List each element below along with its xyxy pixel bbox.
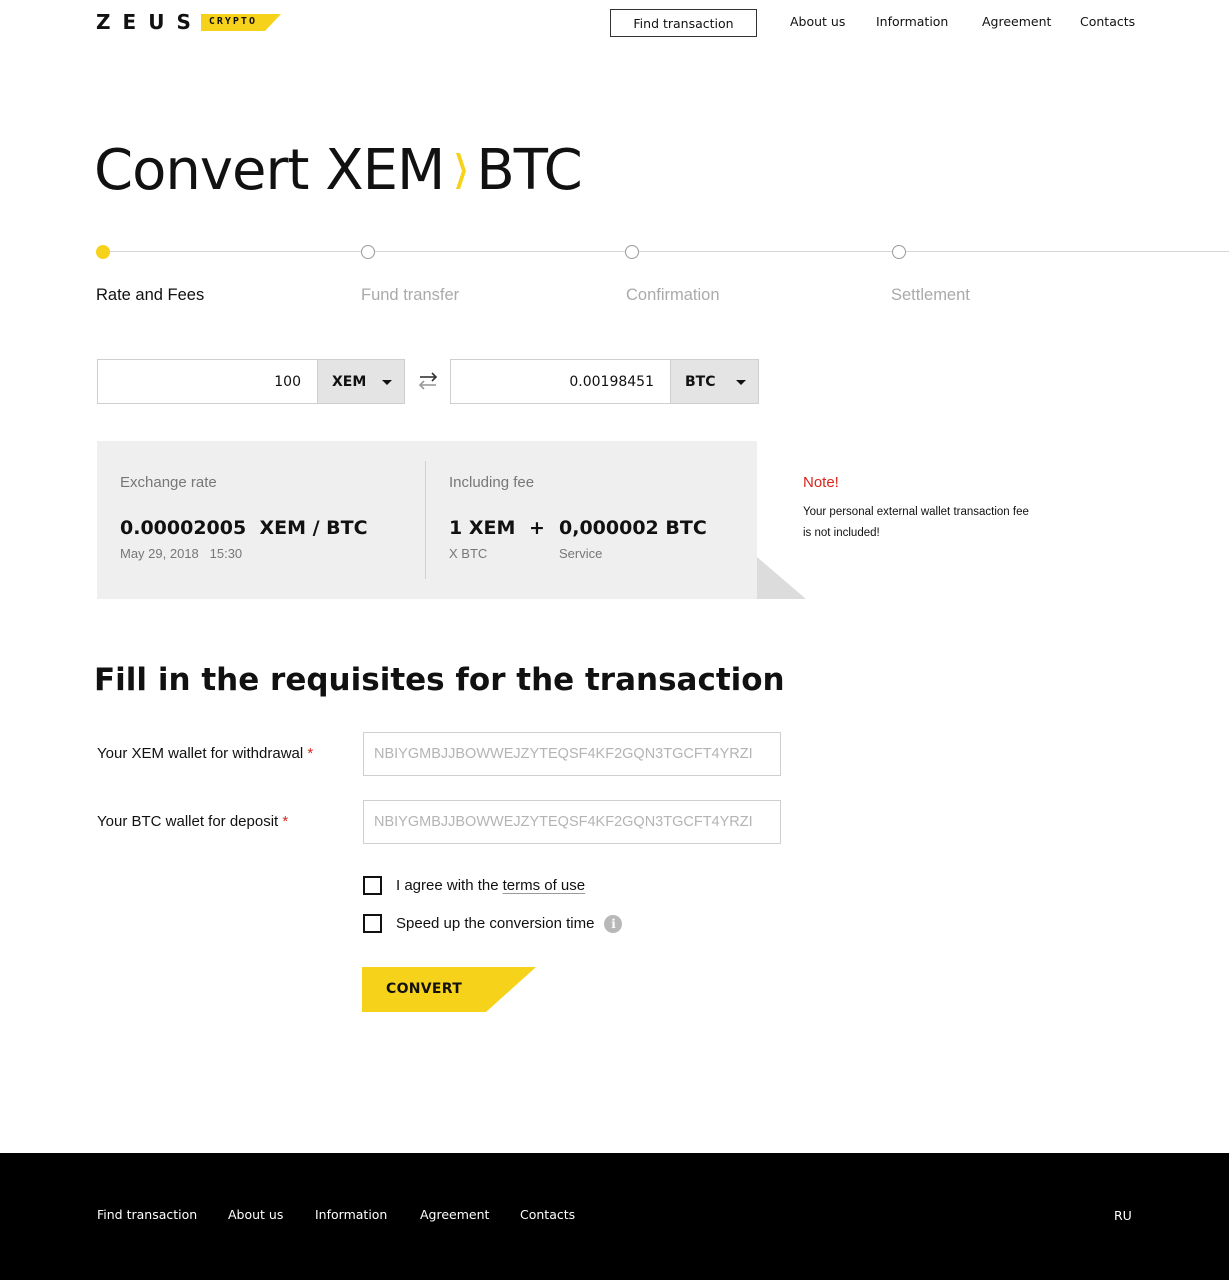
panel-fold-corner-icon <box>757 557 806 599</box>
required-mark: * <box>307 745 314 762</box>
xem-wallet-input[interactable] <box>363 732 781 776</box>
rate-date: May 29, 2018 <box>120 546 199 561</box>
exchange-rate-number: 0.00002005 <box>120 517 247 539</box>
fee-sub-xbtc: X BTC <box>449 546 488 561</box>
fee-xem-value: 1 XEM <box>449 517 516 539</box>
step-label-rate: Rate and Fees <box>96 286 205 304</box>
exchange-rate-label: Exchange rate <box>120 474 217 491</box>
logo-letter: U <box>148 10 165 34</box>
speed-up-text: Speed up the conversion time <box>396 915 595 932</box>
find-transaction-button[interactable]: Find transaction <box>610 9 757 37</box>
rate-divider <box>425 461 426 579</box>
step-dot-fund <box>361 245 375 259</box>
logo-letter: Z <box>96 10 111 34</box>
footer-about-us[interactable]: About us <box>228 1207 283 1222</box>
step-label-confirmation: Confirmation <box>626 286 720 304</box>
footer-agreement[interactable]: Agreement <box>420 1207 489 1222</box>
to-currency-value: BTC <box>685 373 716 390</box>
caret-down-icon <box>382 380 392 385</box>
to-currency-select[interactable]: BTC <box>671 359 759 404</box>
nav-contacts[interactable]: Contacts <box>1080 14 1135 29</box>
logo-crypto-badge: CRYPTO <box>200 13 281 31</box>
btc-wallet-label: Your BTC wallet for deposit * <box>97 813 288 830</box>
btc-wallet-input[interactable] <box>363 800 781 844</box>
fee-sub-service: Service <box>559 546 603 561</box>
nav-information[interactable]: Information <box>876 14 948 29</box>
note-title: Note! <box>803 474 839 491</box>
fee-plus-sign: + <box>529 517 545 539</box>
info-icon[interactable]: i <box>604 914 623 933</box>
exchange-rate-pair: XEM / BTC <box>259 517 368 539</box>
xem-wallet-label-text: Your XEM wallet for withdrawal <box>97 745 304 762</box>
agree-terms-checkbox[interactable] <box>363 876 382 895</box>
title-to-currency: BTC <box>476 138 582 203</box>
agree-terms-text: I agree with the <box>396 877 499 894</box>
step-dot-settlement <box>892 245 906 259</box>
logo-letter: E <box>122 10 137 34</box>
from-currency-value: XEM <box>332 373 367 390</box>
from-amount-input[interactable]: 100 <box>97 359 318 404</box>
nav-agreement[interactable]: Agreement <box>982 14 1051 29</box>
required-mark: * <box>282 813 289 830</box>
xem-wallet-label: Your XEM wallet for withdrawal * <box>97 745 313 762</box>
site-footer: Find transaction About us Information Ag… <box>0 1153 1229 1280</box>
exchange-rate-timestamp: May 29, 2018 15:30 <box>120 546 242 561</box>
stepper-line <box>103 251 1229 252</box>
logo-letter: S <box>176 10 191 34</box>
step-dot-rate <box>96 245 110 259</box>
note-text: Your personal external wallet transactio… <box>803 506 1029 539</box>
including-fee-label: Including fee <box>449 474 535 491</box>
page-title: Convert XEM BTC <box>94 138 583 203</box>
yellow-arrow-icon <box>456 138 467 203</box>
form-title: Fill in the requisites for the transacti… <box>94 662 785 698</box>
title-from-currency: XEM <box>325 138 445 203</box>
caret-down-icon <box>736 380 746 385</box>
footer-information[interactable]: Information <box>315 1207 387 1222</box>
step-dot-confirmation <box>625 245 639 259</box>
speed-up-checkbox[interactable] <box>363 914 382 933</box>
step-label-settlement: Settlement <box>891 286 970 304</box>
agree-terms-row: I agree with the terms of use <box>363 876 585 895</box>
zeus-logo[interactable]: Z E U S CRYPTO <box>96 12 281 32</box>
logo-badge-text: CRYPTO <box>208 15 257 27</box>
swap-arrows-icon[interactable] <box>417 371 439 391</box>
nav-about-us[interactable]: About us <box>790 14 845 29</box>
language-switch[interactable]: RU <box>1114 1208 1132 1223</box>
fee-btc-value: 0,000002 BTC <box>559 517 707 539</box>
btc-wallet-label-text: Your BTC wallet for deposit <box>97 813 279 830</box>
terms-of-use-link[interactable]: terms of use <box>503 877 586 894</box>
site-header: Z E U S CRYPTO Find transaction About us… <box>0 0 1229 50</box>
speed-up-row: Speed up the conversion time i <box>363 914 623 933</box>
step-label-fund: Fund transfer <box>361 286 460 304</box>
logo-wordmark: Z E U S <box>96 12 191 32</box>
from-currency-select[interactable]: XEM <box>318 359 405 404</box>
to-amount-input[interactable]: 0.00198451 <box>450 359 671 404</box>
rate-time: 15:30 <box>209 546 243 561</box>
footer-find-transaction[interactable]: Find transaction <box>97 1207 197 1222</box>
convert-button[interactable]: CONVERT <box>362 967 536 1012</box>
footer-contacts[interactable]: Contacts <box>520 1207 575 1222</box>
exchange-rate-value: 0.00002005 XEM / BTC <box>120 517 368 539</box>
convert-button-label: CONVERT <box>386 981 463 997</box>
title-prefix: Convert <box>94 138 309 203</box>
